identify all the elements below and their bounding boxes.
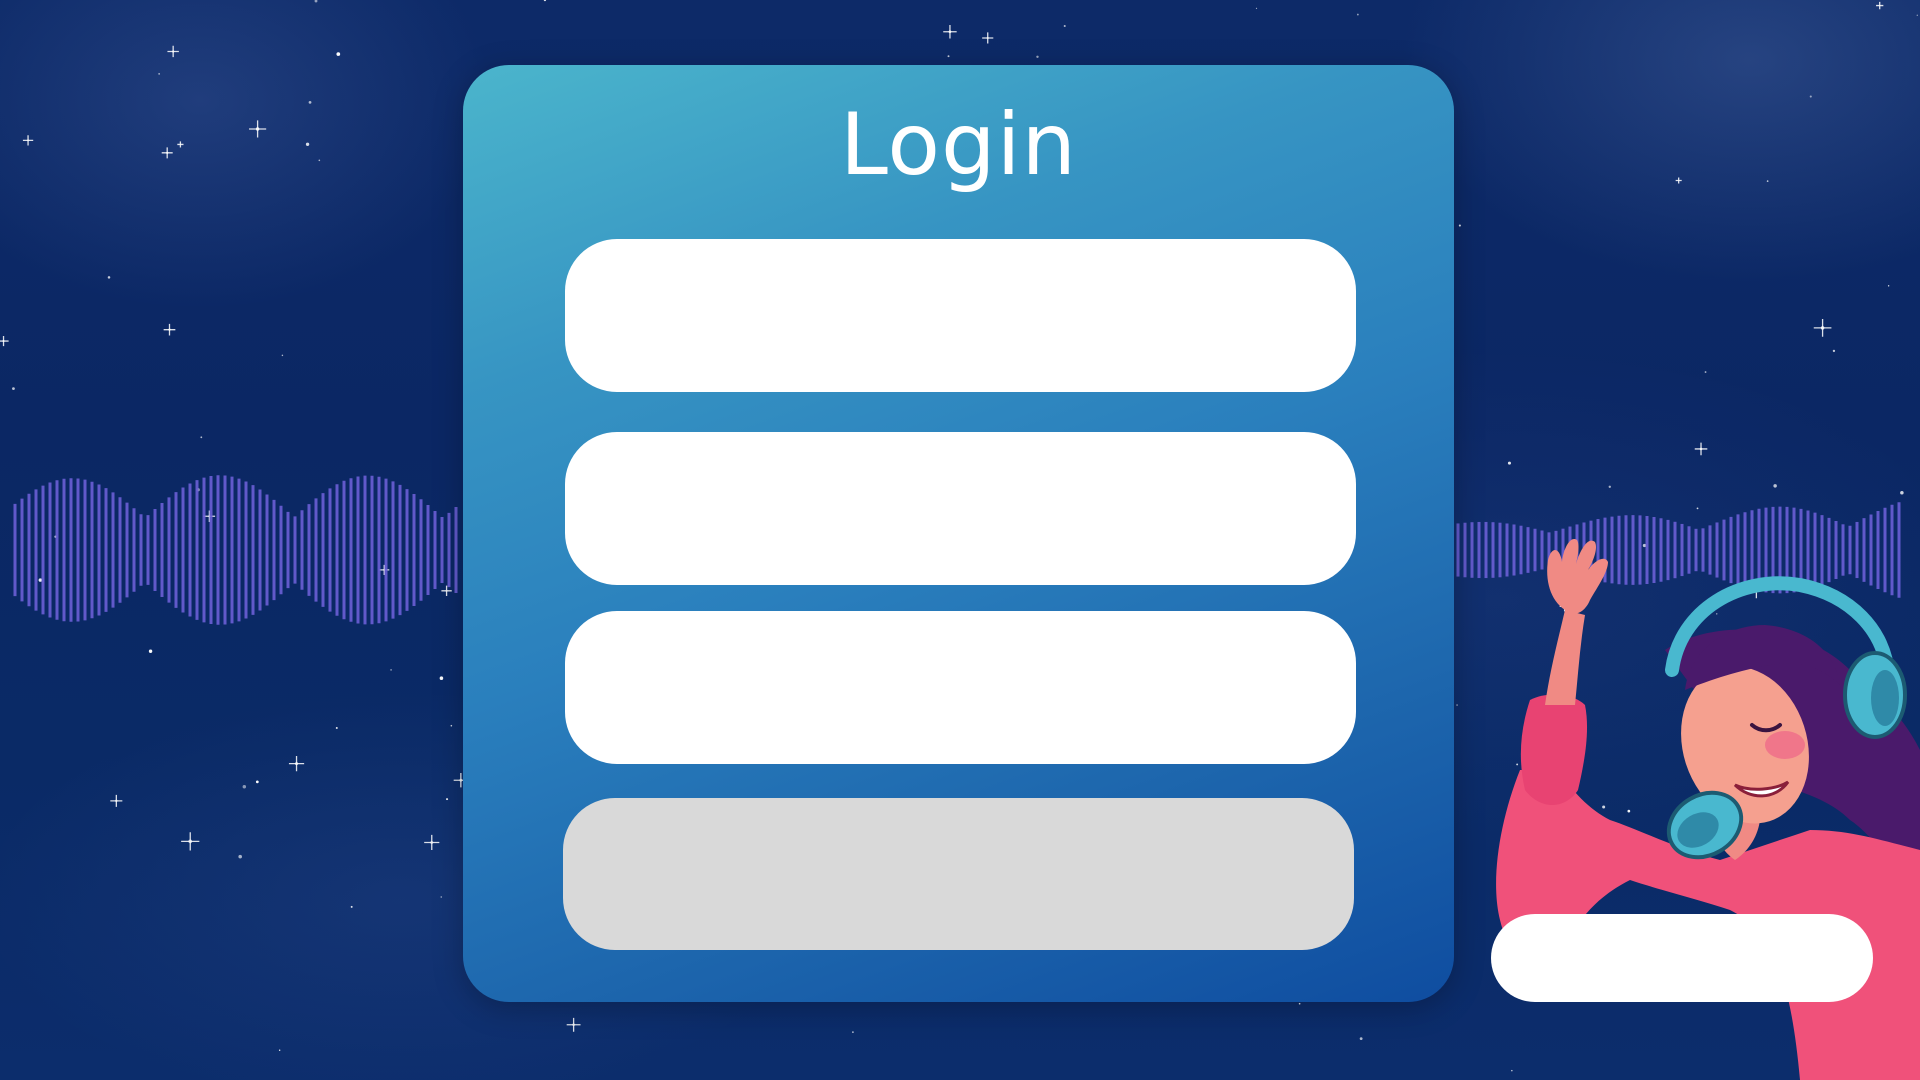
password-field[interactable]: [565, 611, 1356, 764]
login-title: Login: [839, 95, 1077, 195]
email-field[interactable]: [565, 432, 1356, 585]
side-action-button[interactable]: [1491, 914, 1873, 1002]
username-field[interactable]: [565, 239, 1356, 392]
login-submit-button[interactable]: [563, 798, 1354, 950]
